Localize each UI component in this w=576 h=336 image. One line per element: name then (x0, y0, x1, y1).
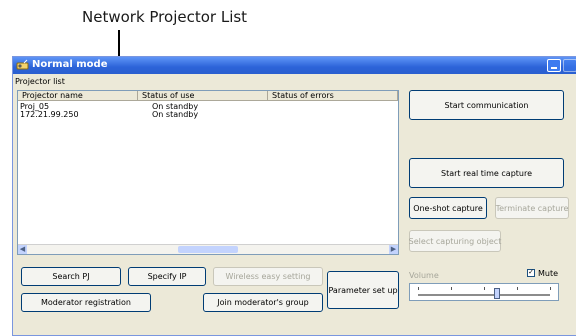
row-status-of-use: On standby (152, 110, 199, 119)
projector-list[interactable]: Projector name Status of use Status of e… (17, 90, 399, 255)
column-header-status-of-errors[interactable]: Status of errors (268, 91, 398, 101)
volume-slider-tick (418, 287, 419, 290)
projector-app-icon (16, 59, 29, 70)
horizontal-scrollbar[interactable]: ◀ ▶ (18, 244, 398, 254)
volume-slider-tick (451, 287, 452, 290)
scroll-right-arrow-icon[interactable]: ▶ (389, 245, 398, 254)
volume-slider-track (418, 294, 550, 296)
callout-network-projector-list: Network Projector List (82, 8, 248, 26)
mute-label: Mute (538, 269, 559, 278)
start-real-time-capture-button[interactable]: Start real time capture (409, 158, 564, 188)
specify-ip-button[interactable]: Specify IP (128, 267, 206, 286)
volume-slider-thumb[interactable] (494, 288, 501, 299)
normal-mode-window: Normal mode Projector list Projector nam… (12, 56, 576, 336)
terminate-capture-button[interactable]: Terminate capture (495, 197, 569, 219)
one-shot-capture-button[interactable]: One-shot capture (409, 197, 487, 219)
window-title: Normal mode (32, 59, 108, 70)
moderator-registration-button[interactable]: Moderator registration (21, 293, 151, 312)
select-capturing-object-button[interactable]: Select capturing object (409, 230, 501, 252)
mute-checkbox[interactable]: ✓ (527, 269, 535, 277)
volume-label: Volume (409, 271, 439, 280)
parameter-set-up-button[interactable]: Parameter set up (327, 271, 399, 309)
join-moderators-group-button[interactable]: Join moderator's group (203, 293, 323, 312)
row-projector-name: 172.21.99.250 (20, 110, 79, 119)
scrollbar-thumb[interactable] (178, 246, 238, 253)
scroll-left-arrow-icon[interactable]: ◀ (18, 245, 27, 254)
column-header-projector-name[interactable]: Projector name (18, 91, 138, 101)
projector-list-caption: Projector list (15, 77, 65, 86)
minimize-button[interactable] (547, 59, 561, 72)
maximize-button[interactable] (563, 59, 576, 72)
volume-slider-tick (517, 287, 518, 290)
start-communication-button[interactable]: Start communication (409, 90, 564, 120)
column-header-status-of-use[interactable]: Status of use (138, 91, 268, 101)
search-pj-button[interactable]: Search PJ (21, 267, 121, 286)
volume-slider[interactable] (409, 283, 559, 301)
volume-slider-tick (550, 287, 551, 290)
volume-slider-tick (484, 287, 485, 290)
window-titlebar: Normal mode (13, 57, 576, 74)
wireless-easy-setting-button[interactable]: Wireless easy setting (213, 267, 323, 286)
